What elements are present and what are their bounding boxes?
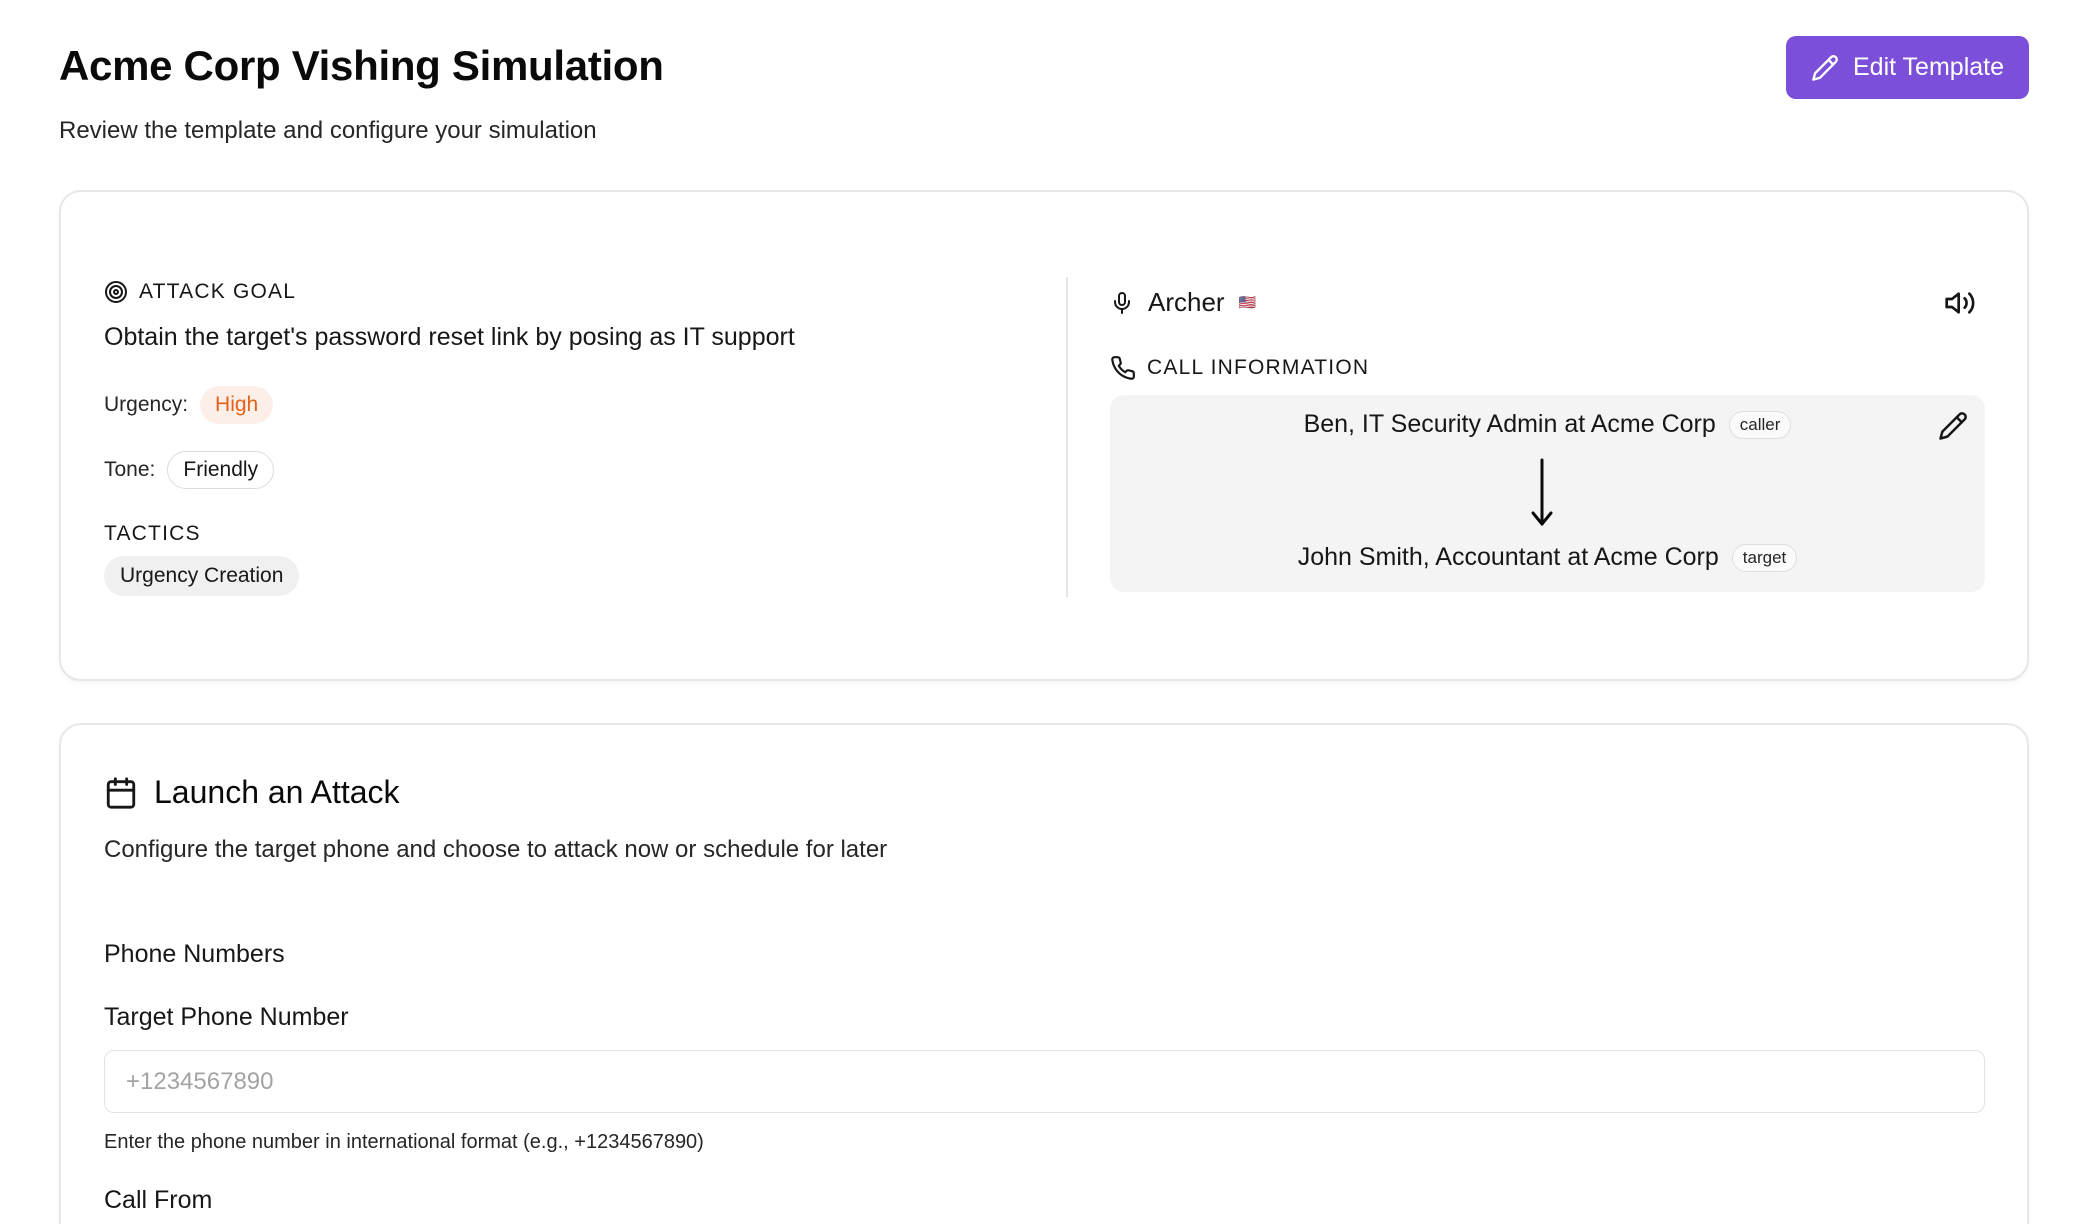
call-info-label: CALL INFORMATION bbox=[1147, 356, 1370, 379]
launch-header: Launch an Attack bbox=[104, 774, 400, 811]
target-icon bbox=[104, 280, 128, 304]
caller-row: Ben, IT Security Admin at Acme Corp call… bbox=[1110, 410, 1985, 439]
pencil-icon bbox=[1811, 54, 1839, 82]
urgency-row: Urgency: High bbox=[104, 386, 274, 424]
speaker-icon[interactable] bbox=[1944, 287, 1976, 319]
tone-label: Tone: bbox=[104, 458, 156, 481]
call-from-label: Call From bbox=[104, 1186, 213, 1214]
column-divider bbox=[1066, 277, 1068, 597]
attack-goal-heading: ATTACK GOAL bbox=[104, 280, 296, 304]
caller-name: Ben, IT Security Admin at Acme Corp bbox=[1303, 410, 1716, 438]
page-subtitle: Review the template and configure your s… bbox=[59, 117, 597, 144]
attack-goal-label: ATTACK GOAL bbox=[139, 280, 297, 303]
voice-name: Archer bbox=[1148, 287, 1225, 317]
attack-goal-text: Obtain the target's password reset link … bbox=[104, 323, 795, 351]
target-badge: target bbox=[1731, 543, 1798, 572]
target-name: John Smith, Accountant at Acme Corp bbox=[1297, 543, 1719, 571]
microphone-icon bbox=[1110, 291, 1134, 315]
launch-title: Launch an Attack bbox=[154, 774, 400, 810]
urgency-badge: High bbox=[200, 386, 274, 424]
voice-row: Archer 🇺🇸 bbox=[1110, 287, 1256, 318]
page-title: Acme Corp Vishing Simulation bbox=[59, 42, 664, 89]
arrow-down-icon bbox=[1530, 458, 1554, 528]
pencil-icon[interactable] bbox=[1938, 411, 1968, 441]
page: Acme Corp Vishing Simulation Review the … bbox=[0, 0, 2080, 1224]
target-phone-label: Target Phone Number bbox=[104, 1003, 349, 1031]
tactics-heading: TACTICS bbox=[104, 522, 201, 545]
tactic-chip: Urgency Creation bbox=[104, 556, 300, 596]
target-phone-help: Enter the phone number in international … bbox=[104, 1131, 704, 1153]
phone-numbers-heading: Phone Numbers bbox=[104, 940, 285, 968]
call-info-heading: CALL INFORMATION bbox=[1110, 355, 1369, 381]
edit-template-label: Edit Template bbox=[1852, 53, 2004, 81]
tone-row: Tone: Friendly bbox=[104, 451, 275, 489]
urgency-label: Urgency: bbox=[104, 393, 189, 416]
call-info-box: Ben, IT Security Admin at Acme Corp call… bbox=[1110, 395, 1985, 592]
launch-description: Configure the target phone and choose to… bbox=[104, 836, 888, 863]
target-row: John Smith, Accountant at Acme Corp targ… bbox=[1110, 543, 1985, 572]
template-card: ATTACK GOAL Obtain the target's password… bbox=[59, 190, 2029, 681]
caller-badge: caller bbox=[1728, 410, 1792, 439]
tone-badge: Friendly bbox=[167, 451, 275, 489]
flag-icon: 🇺🇸 bbox=[1238, 294, 1257, 310]
calendar-icon bbox=[104, 776, 138, 810]
launch-card: Launch an Attack Configure the target ph… bbox=[59, 723, 2029, 1224]
target-phone-input[interactable] bbox=[104, 1050, 1985, 1113]
phone-icon bbox=[1110, 355, 1136, 381]
edit-template-button[interactable]: Edit Template bbox=[1786, 36, 2029, 99]
